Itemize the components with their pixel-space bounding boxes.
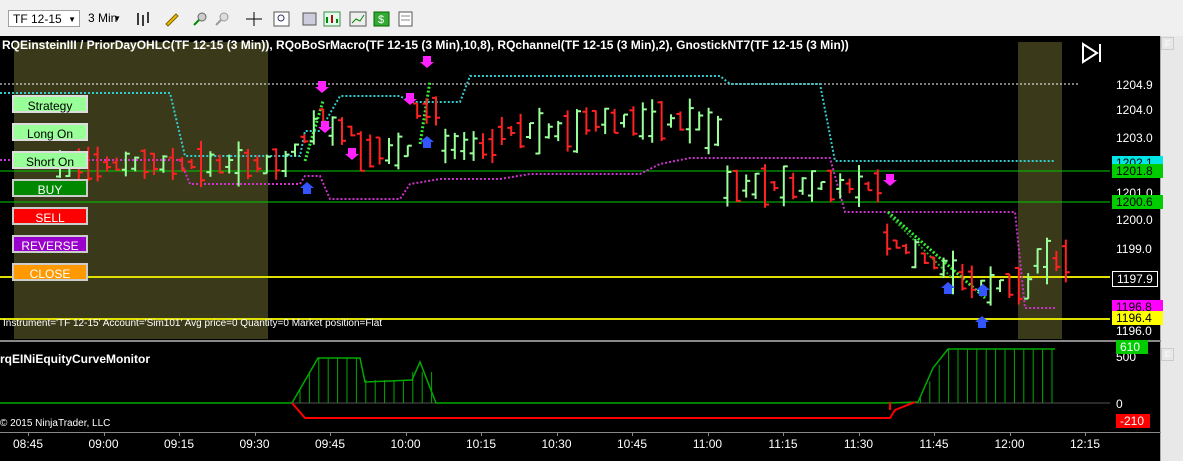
time-tick — [632, 432, 633, 436]
time-label: 09:45 — [314, 437, 346, 451]
chevron-down-icon: ▼ — [68, 15, 76, 24]
time-tick — [1009, 432, 1011, 436]
buy-signal-arrow — [420, 136, 434, 148]
time-tick — [783, 432, 784, 436]
time-label: 12:15 — [1069, 437, 1101, 451]
drawdown-curve — [291, 401, 916, 419]
chart-icon[interactable] — [348, 10, 368, 28]
time-tick — [28, 432, 29, 436]
time-label: 10:45 — [616, 437, 648, 451]
sell-signal-arrow — [420, 56, 434, 68]
bar-style-icon[interactable] — [134, 10, 154, 28]
buy-signal-arrow — [300, 182, 314, 194]
instrument-select[interactable]: TF 12-15 ▼ — [8, 10, 80, 27]
price-label: 1196.0 — [1116, 324, 1152, 338]
buy-signal-arrow — [976, 284, 990, 296]
time-axis-line — [0, 432, 1161, 433]
copyright: © 2015 NinjaTrader, LLC — [0, 418, 111, 429]
price-tag-green: 1200.6 — [1112, 195, 1163, 209]
trend-line — [418, 80, 432, 145]
time-label: 09:30 — [239, 437, 270, 451]
price-tag-green: 1201.8 — [1112, 164, 1163, 178]
price-label: 1204.9 — [1116, 78, 1153, 92]
strategy-button[interactable]: Strategy — [12, 95, 88, 113]
sell-signal-arrow — [315, 81, 329, 93]
time-label: 09:15 — [163, 437, 195, 451]
long-on-button[interactable]: Long On — [12, 123, 88, 141]
zoom-in-icon[interactable] — [190, 10, 210, 28]
price-label: 1203.0 — [1116, 131, 1153, 145]
time-tick — [254, 432, 256, 436]
dollar-icon[interactable]: $ — [372, 10, 392, 28]
sell-signal-arrow — [318, 121, 332, 133]
reverse-button[interactable]: REVERSE — [12, 235, 88, 253]
time-tick — [103, 432, 105, 436]
find-icon[interactable] — [272, 10, 292, 28]
time-tick — [1085, 432, 1086, 436]
equity-curve — [0, 348, 1055, 404]
time-tick — [481, 432, 482, 436]
instrument-value: TF 12-15 — [13, 12, 62, 26]
pencil-icon[interactable] — [162, 10, 182, 28]
time-label: 11:45 — [919, 437, 949, 451]
time-label: 11:00 — [692, 437, 723, 451]
equity-high-tag: 610 — [1116, 340, 1148, 354]
panel-f-button[interactable]: F — [1161, 37, 1174, 50]
time-label: 12:00 — [994, 437, 1025, 451]
post-session-shade — [1018, 42, 1062, 339]
equity-bars — [299, 349, 1053, 403]
sell-signal-arrow — [883, 174, 897, 186]
buy-signal-arrow — [975, 316, 989, 328]
time-tick — [858, 432, 860, 436]
chevron-down-icon: ▼ — [113, 14, 121, 23]
strategy-icon[interactable] — [322, 10, 342, 28]
time-tick — [707, 432, 709, 436]
time-tick — [556, 432, 558, 436]
price-label: 1197.9 — [1112, 271, 1158, 287]
equity-curve-chart — [0, 348, 1110, 419]
crosshair-icon[interactable] — [244, 10, 264, 28]
close-button[interactable]: CLOSE — [12, 263, 88, 281]
sub-axis-label: 0 — [1116, 397, 1123, 411]
time-tick — [330, 432, 331, 436]
equity-low-tag: -210 — [1116, 414, 1150, 428]
position-info: Instrument='TF 12-15' Account='Sim101' A… — [3, 318, 383, 329]
time-label: 11:30 — [843, 437, 874, 451]
right-scrollbar[interactable] — [1160, 36, 1183, 461]
time-label: 08:45 — [12, 437, 44, 451]
time-label: 09:00 — [88, 437, 119, 451]
data-box-icon[interactable] — [396, 10, 416, 28]
signal-markers — [300, 56, 990, 328]
time-tick — [934, 432, 935, 436]
time-label: 11:15 — [768, 437, 798, 451]
subpanel-f-button[interactable]: F — [1161, 348, 1174, 361]
short-on-button[interactable]: Short On — [12, 151, 88, 169]
sell-signal-arrow — [345, 148, 359, 160]
svg-text:$: $ — [378, 14, 384, 26]
play-forward-icon[interactable] — [1080, 42, 1104, 64]
zoom-out-icon[interactable] — [212, 10, 232, 28]
subpanel-title: rqEINiEquityCurveMonitor — [0, 352, 151, 366]
price-label: 1204.0 — [1116, 103, 1153, 117]
time-tick — [179, 432, 180, 436]
price-tag-yellow: 1196.4 — [1112, 311, 1163, 325]
time-label: 10:15 — [465, 437, 497, 451]
chart-toolbar: TF 12-15 ▼ 3 Min ▼ $ — [0, 0, 1183, 37]
time-label: 10:00 — [390, 437, 421, 451]
price-label: 1199.0 — [1116, 242, 1152, 256]
time-tick — [405, 432, 407, 436]
chart-title: RQEinsteinIII / PriorDayOHLC(TF 12-15 (3… — [2, 38, 849, 52]
sell-button[interactable]: SELL — [12, 207, 88, 225]
buy-button[interactable]: BUY — [12, 179, 88, 197]
interval-select[interactable]: 3 Min ▼ — [84, 10, 124, 27]
trend-line — [887, 210, 986, 300]
time-label: 10:30 — [541, 437, 572, 451]
properties-icon[interactable] — [300, 10, 320, 28]
price-label: 1200.0 — [1116, 213, 1153, 227]
